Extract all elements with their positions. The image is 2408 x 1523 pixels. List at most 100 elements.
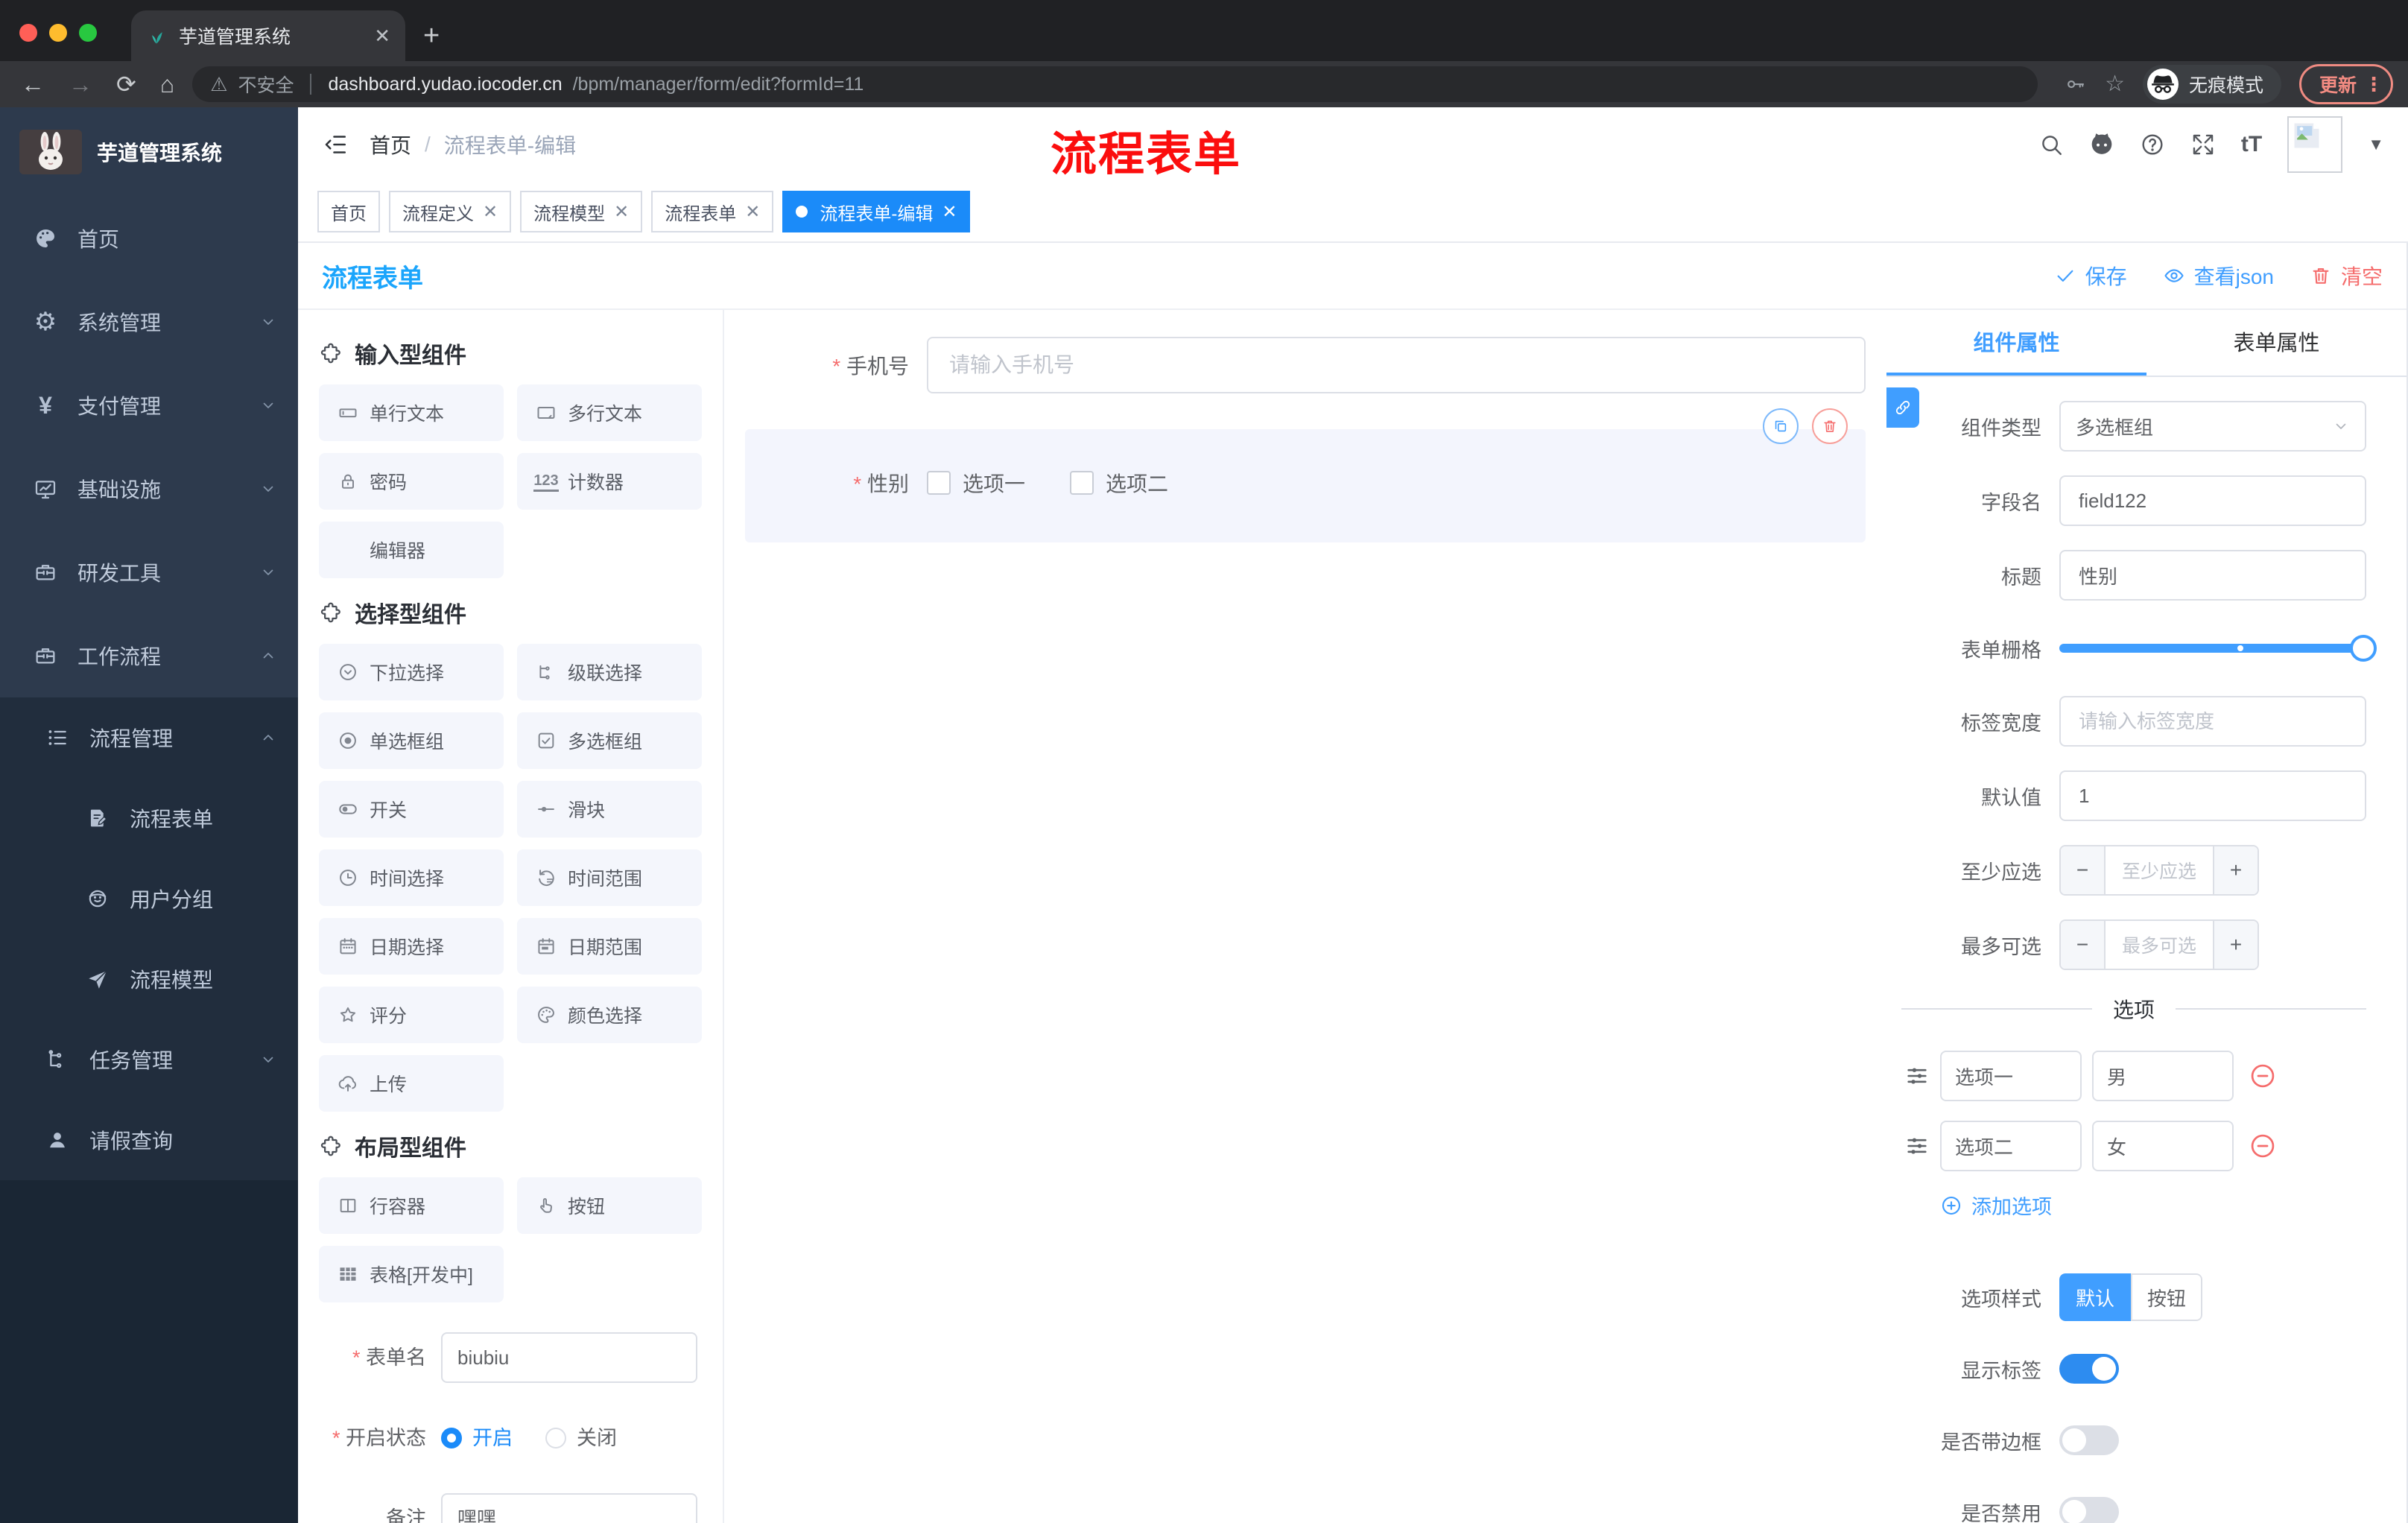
stepper-minus-button[interactable]: −: [2061, 921, 2106, 969]
sidebar-item-研发工具[interactable]: 研发工具: [0, 531, 298, 614]
stepper-placeholder[interactable]: 至少应选: [2106, 846, 2213, 894]
help-icon[interactable]: [2140, 132, 2165, 157]
add-option-button[interactable]: 添加选项: [1940, 1191, 2366, 1220]
tag-close-icon[interactable]: ✕: [483, 201, 498, 223]
stepper-plus-button[interactable]: +: [2213, 846, 2258, 894]
window-close-button[interactable]: [19, 24, 37, 42]
phone-input[interactable]: [946, 352, 1846, 379]
slider-handle[interactable]: [2350, 635, 2377, 662]
copy-component-button[interactable]: [1763, 408, 1799, 444]
sidebar-item-支付管理[interactable]: ¥ 支付管理: [0, 364, 298, 447]
gender-option-选项一[interactable]: 选项一: [927, 468, 1025, 498]
view-tag-流程表单-编辑[interactable]: 流程表单-编辑 ✕: [782, 191, 971, 232]
forward-icon[interactable]: →: [69, 72, 92, 96]
status-off-radio[interactable]: 关闭: [545, 1413, 617, 1463]
window-maximize-button[interactable]: [79, 24, 97, 42]
stepper-minus-button[interactable]: −: [2061, 846, 2106, 894]
component-chip-多行文本[interactable]: 多行文本: [517, 384, 702, 441]
delete-component-button[interactable]: [1812, 408, 1848, 444]
view-tag-流程表单[interactable]: 流程表单 ✕: [651, 191, 774, 232]
collapse-sidebar-icon[interactable]: [322, 131, 349, 158]
tag-close-icon[interactable]: ✕: [745, 201, 760, 223]
font-size-icon[interactable]: tT: [2241, 133, 2262, 156]
option-label-input[interactable]: [1940, 1051, 2082, 1101]
component-chip-计数器[interactable]: 123 计数器: [517, 453, 702, 510]
remove-option-icon[interactable]: [2249, 1062, 2277, 1090]
back-icon[interactable]: ←: [21, 72, 45, 96]
avatar-caret-icon[interactable]: ▼: [2368, 135, 2384, 154]
component-chip-上传[interactable]: 上传: [319, 1055, 504, 1112]
browser-tab[interactable]: 芋道管理系统 ✕: [131, 10, 405, 61]
checkbox[interactable]: [927, 471, 951, 495]
component-chip-按钮[interactable]: 按钮: [517, 1177, 702, 1234]
component-chip-表格[开发中][interactable]: 表格[开发中]: [319, 1246, 504, 1302]
component-chip-行容器[interactable]: 行容器: [319, 1177, 504, 1234]
view-tag-首页[interactable]: 首页: [317, 191, 380, 232]
search-icon[interactable]: [2038, 132, 2064, 157]
sidebar-item-系统管理[interactable]: ⚙ 系统管理: [0, 280, 298, 364]
remove-option-icon[interactable]: [2249, 1132, 2277, 1160]
component-chip-多选框组[interactable]: 多选框组: [517, 712, 702, 769]
component-chip-滑块[interactable]: 滑块: [517, 781, 702, 838]
component-chip-下拉选择[interactable]: 下拉选择: [319, 644, 504, 700]
toggle-是否带边框[interactable]: [2059, 1425, 2119, 1455]
component-chip-单选框组[interactable]: 单选框组: [319, 712, 504, 769]
new-tab-button[interactable]: +: [423, 20, 440, 52]
bookmark-star-icon[interactable]: ☆: [2105, 73, 2125, 95]
field-name-input[interactable]: [2076, 487, 2350, 514]
form-grid-slider[interactable]: [2059, 624, 2377, 672]
sidebar-item-流程模型[interactable]: 流程模型: [0, 939, 298, 1019]
title-input[interactable]: [2076, 562, 2350, 589]
tab-component-props[interactable]: 组件属性: [1886, 310, 2146, 376]
component-chip-日期范围[interactable]: 日期范围: [517, 918, 702, 975]
gender-option-选项二[interactable]: 选项二: [1070, 468, 1168, 498]
component-chip-颜色选择[interactable]: 颜色选择: [517, 987, 702, 1043]
fullscreen-icon[interactable]: [2190, 132, 2216, 157]
form-canvas[interactable]: 手机号 性别 选项一: [724, 310, 1886, 1523]
component-chip-级联选择[interactable]: 级联选择: [517, 644, 702, 700]
save-button[interactable]: 保存: [2054, 261, 2127, 291]
stepper-plus-button[interactable]: +: [2213, 921, 2258, 969]
style-default-button[interactable]: 默认: [2059, 1273, 2131, 1321]
breadcrumb-home[interactable]: 首页: [370, 130, 411, 159]
option-label-input[interactable]: [1940, 1121, 2082, 1171]
home-icon[interactable]: ⌂: [160, 72, 174, 96]
drag-handle-icon[interactable]: [1904, 1133, 1930, 1159]
update-button[interactable]: 更新 ⋮: [2298, 64, 2393, 104]
github-icon[interactable]: [2089, 132, 2114, 157]
gender-field-block-selected[interactable]: 性别 选项一 选项二: [745, 408, 1866, 542]
sidebar-item-流程管理[interactable]: 流程管理: [0, 697, 298, 778]
form-name-input[interactable]: [441, 1332, 697, 1383]
clear-button[interactable]: 清空: [2310, 261, 2383, 291]
view-tag-流程定义[interactable]: 流程定义 ✕: [389, 191, 512, 232]
link-badge[interactable]: [1886, 387, 1919, 428]
window-controls[interactable]: [0, 4, 116, 61]
tab-close-icon[interactable]: ✕: [374, 25, 390, 48]
reload-icon[interactable]: ⟳: [116, 72, 136, 96]
toggle-是否禁用[interactable]: [2059, 1497, 2119, 1523]
address-bar[interactable]: ⚠ 不安全 dashboard.yudao.iocoder.cn/bpm/man…: [192, 66, 2038, 102]
stepper-placeholder[interactable]: 最多可选: [2106, 921, 2213, 969]
sidebar-item-流程表单[interactable]: 流程表单: [0, 778, 298, 858]
component-chip-单行文本[interactable]: 单行文本: [319, 384, 504, 441]
component-chip-开关[interactable]: 开关: [319, 781, 504, 838]
default-value-input[interactable]: [2076, 782, 2350, 809]
drag-handle-icon[interactable]: [1904, 1063, 1930, 1089]
checkbox[interactable]: [1070, 471, 1094, 495]
key-icon[interactable]: [2065, 73, 2087, 95]
option-value-input[interactable]: [2092, 1051, 2234, 1101]
phone-field-row[interactable]: 手机号: [745, 337, 1866, 393]
tab-form-props[interactable]: 表单属性: [2146, 310, 2407, 376]
sidebar-item-请假查询[interactable]: 请假查询: [0, 1100, 298, 1180]
sidebar-item-任务管理[interactable]: 任务管理: [0, 1019, 298, 1100]
browser-menu-icon[interactable]: ⋮: [2364, 73, 2383, 96]
tag-close-icon[interactable]: ✕: [942, 201, 957, 223]
component-chip-评分[interactable]: 评分: [319, 987, 504, 1043]
remark-textarea[interactable]: 嘿嘿: [441, 1493, 697, 1523]
label-width-input[interactable]: [2076, 708, 2350, 735]
tag-close-icon[interactable]: ✕: [614, 201, 629, 223]
window-minimize-button[interactable]: [49, 24, 67, 42]
toggle-显示标签[interactable]: [2059, 1354, 2119, 1384]
component-chip-时间选择[interactable]: 时间选择: [319, 849, 504, 906]
sidebar-item-首页[interactable]: 首页: [0, 197, 298, 280]
